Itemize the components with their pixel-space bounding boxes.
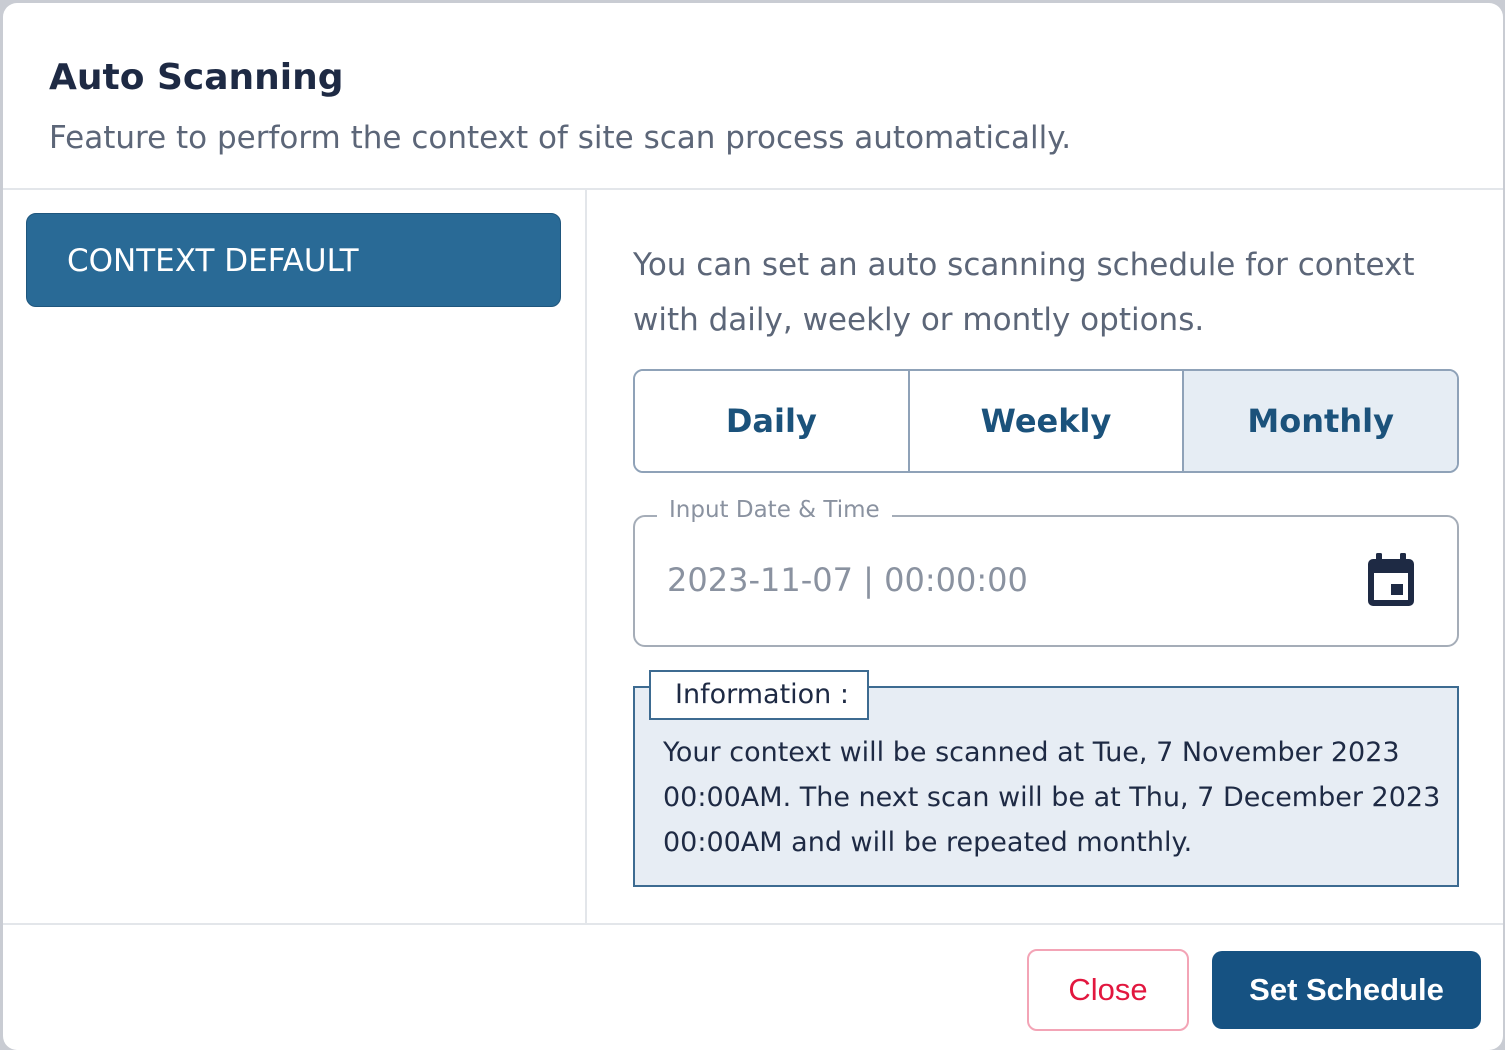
frequency-selector: Daily Weekly Monthly — [633, 369, 1459, 473]
dialog-subtitle: Feature to perform the context of site s… — [49, 120, 1072, 156]
frequency-daily-button[interactable]: Daily — [635, 371, 908, 471]
schedule-panel: You can set an auto scanning schedule fo… — [587, 190, 1503, 923]
sidebar-item-context-default[interactable]: CONTEXT DEFAULT — [26, 213, 561, 307]
dialog-header: Auto Scanning Feature to perform the con… — [3, 3, 1503, 190]
frequency-weekly-button[interactable]: Weekly — [907, 371, 1183, 471]
information-label: Information : — [649, 670, 869, 720]
set-schedule-button[interactable]: Set Schedule — [1212, 951, 1481, 1029]
datetime-input[interactable]: Input Date & Time 2023-11-07 | 00:00:00 — [633, 497, 1459, 647]
datetime-input-value[interactable]: 2023-11-07 | 00:00:00 — [667, 561, 1028, 599]
datetime-input-label: Input Date & Time — [657, 497, 892, 523]
calendar-icon[interactable] — [1367, 553, 1415, 607]
frequency-monthly-button[interactable]: Monthly — [1182, 371, 1457, 471]
context-sidebar: CONTEXT DEFAULT — [3, 190, 587, 923]
close-button[interactable]: Close — [1027, 949, 1189, 1031]
auto-scanning-dialog: Auto Scanning Feature to perform the con… — [3, 3, 1503, 1050]
information-text: Your context will be scanned at Tue, 7 N… — [663, 737, 1441, 858]
information-box: Information : Your context will be scann… — [633, 670, 1459, 887]
dialog-footer: Close Set Schedule — [3, 923, 1503, 1050]
schedule-description: You can set an auto scanning schedule fo… — [633, 247, 1415, 338]
dialog-title: Auto Scanning — [49, 57, 344, 98]
